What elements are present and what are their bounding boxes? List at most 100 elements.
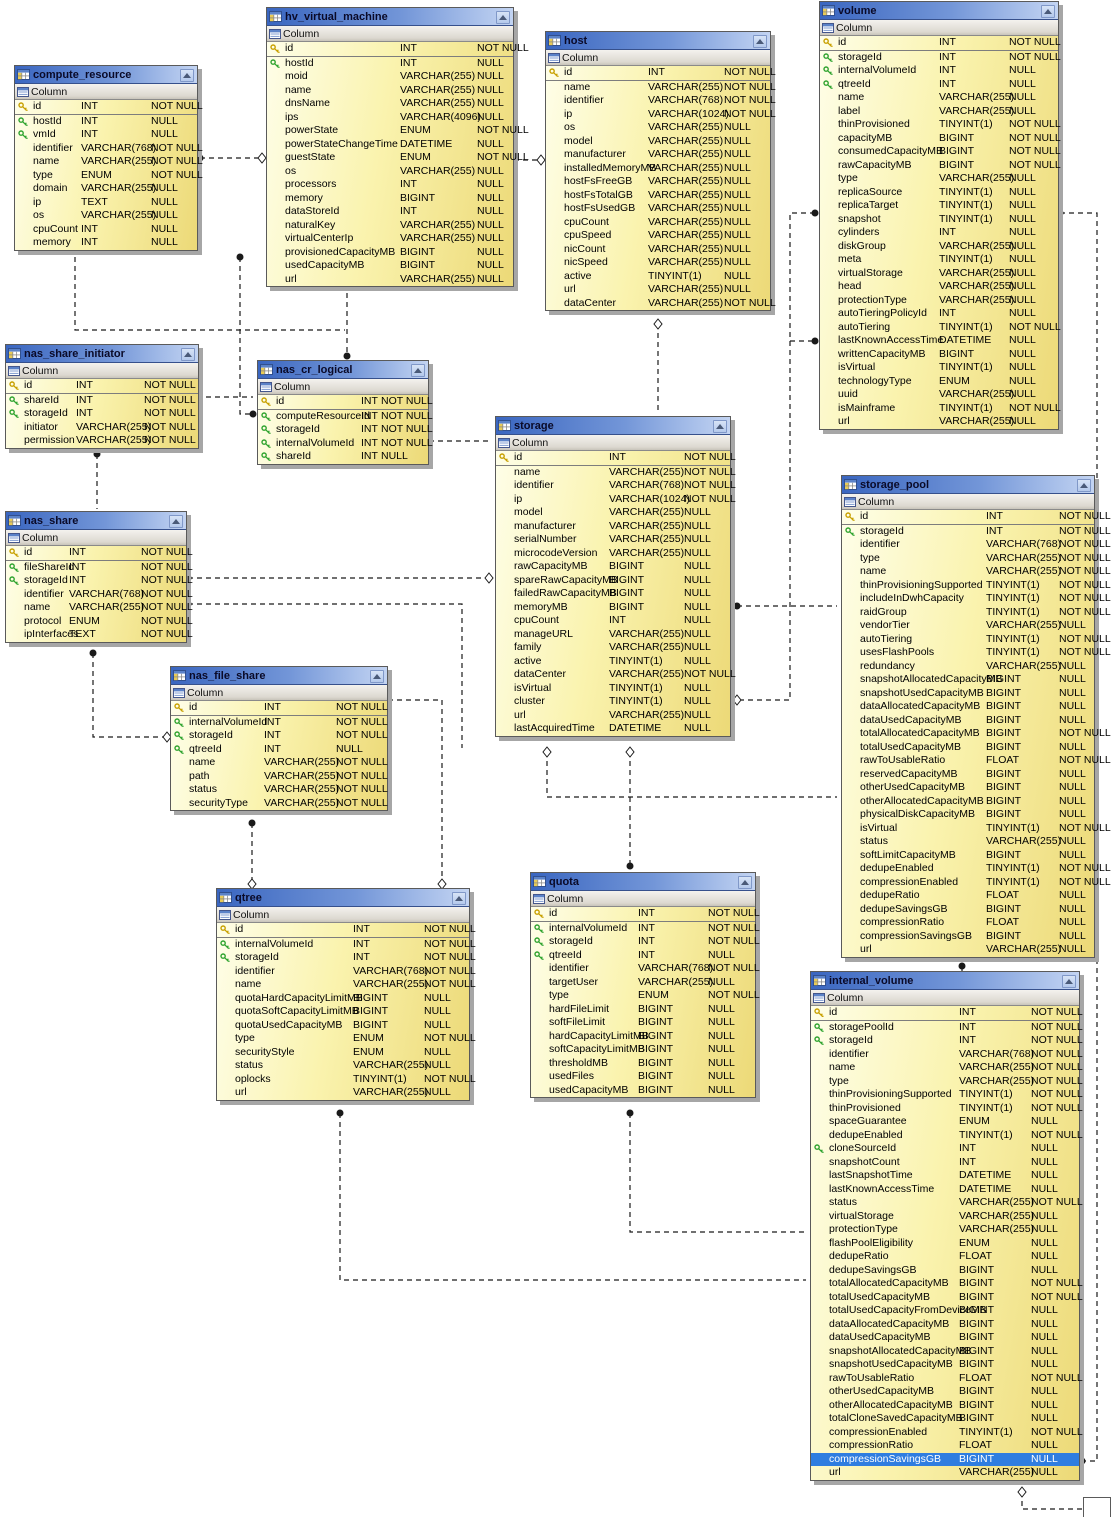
column-row-otherUsedCapacityMB[interactable]: otherUsedCapacityMB BIGINT NULL bbox=[811, 1385, 1079, 1399]
column-row-usesFlashPools[interactable]: usesFlashPools TINYINT(1) NOT NULL bbox=[842, 646, 1111, 660]
column-row-qtreeId[interactable]: qtreeId INT NULL bbox=[171, 743, 387, 757]
column-row-url[interactable]: url VARCHAR(255) NULL bbox=[267, 273, 513, 287]
column-row-identifier[interactable]: identifier VARCHAR(768) NOT NULL bbox=[496, 479, 736, 493]
column-row-id[interactable]: id INT NOT NULL bbox=[267, 42, 529, 57]
column-row-hardCapacityLimitMB[interactable]: hardCapacityLimitMB BIGINT NULL bbox=[531, 1030, 755, 1044]
entity-table-nas_file_share[interactable]: nas_file_share Column id INT NOT NULL interna… bbox=[170, 666, 388, 811]
column-row-id[interactable]: id INT NOT NULL bbox=[171, 701, 388, 716]
entity-header[interactable]: nas_share_initiator bbox=[6, 345, 198, 363]
column-row-hostFsTotalGB[interactable]: hostFsTotalGB VARCHAR(255) NULL bbox=[546, 189, 770, 203]
column-row-internalVolumeId[interactable]: internalVolumeId INT NOT NULL bbox=[531, 922, 760, 936]
column-row-totalCloneSavedCapacityMB[interactable]: totalCloneSavedCapacityMB BIGINT NULL bbox=[811, 1412, 1079, 1426]
column-row-name[interactable]: name VARCHAR(255) NULL bbox=[267, 84, 513, 98]
column-row-naturalKey[interactable]: naturalKey VARCHAR(255) NULL bbox=[267, 219, 513, 233]
column-row-compressionEnabled[interactable]: compressionEnabled TINYINT(1) NOT NULL bbox=[842, 876, 1111, 890]
column-row-hostFsFreeGB[interactable]: hostFsFreeGB VARCHAR(255) NULL bbox=[546, 175, 770, 189]
column-row-dataStoreId[interactable]: dataStoreId INT NULL bbox=[267, 205, 513, 219]
collapse-triangle-icon[interactable] bbox=[753, 35, 767, 48]
column-row-softCapacityLimitMB[interactable]: softCapacityLimitMB BIGINT NULL bbox=[531, 1043, 755, 1057]
column-row-storageId[interactable]: storageId INT NOT NULL bbox=[6, 574, 193, 588]
column-row-id[interactable]: id INT NOT NULL bbox=[842, 510, 1111, 525]
column-row-name[interactable]: name VARCHAR(255) NOT NULL bbox=[811, 1061, 1083, 1075]
column-row-family[interactable]: family VARCHAR(255) NULL bbox=[496, 641, 730, 655]
column-row-snapshotUsedCapacityMB[interactable]: snapshotUsedCapacityMB BIGINT NULL bbox=[811, 1358, 1079, 1372]
column-row-id[interactable]: id INT NOT NULL bbox=[811, 1006, 1083, 1021]
column-row-redundancy[interactable]: redundancy VARCHAR(255) NULL bbox=[842, 660, 1094, 674]
column-row-id[interactable]: id INT NOT NULL bbox=[6, 379, 198, 394]
column-row-memory[interactable]: memory INT NULL bbox=[15, 236, 197, 250]
column-row-totalAllocatedCapacityMB[interactable]: totalAllocatedCapacityMB BIGINT NOT NULL bbox=[842, 727, 1111, 741]
column-row-reservedCapacityMB[interactable]: reservedCapacityMB BIGINT NULL bbox=[842, 768, 1094, 782]
column-row-label[interactable]: label VARCHAR(255) NULL bbox=[820, 105, 1058, 119]
column-row-type[interactable]: type VARCHAR(255) NOT NULL bbox=[811, 1075, 1083, 1089]
column-row-nicSpeed[interactable]: nicSpeed VARCHAR(255) NULL bbox=[546, 256, 770, 270]
column-row-name[interactable]: name VARCHAR(255) NOT NULL bbox=[171, 756, 388, 770]
column-row-id[interactable]: id INT NOT NULL bbox=[258, 395, 433, 410]
column-row-guestState[interactable]: guestState ENUM NOT NULL bbox=[267, 151, 529, 165]
column-row-autoTieringPolicyId[interactable]: autoTieringPolicyId INT NULL bbox=[820, 307, 1058, 321]
entity-header[interactable]: nas_file_share bbox=[171, 667, 387, 685]
column-row-active[interactable]: active TINYINT(1) NULL bbox=[496, 655, 730, 669]
column-row-usedCapacityMB[interactable]: usedCapacityMB BIGINT NULL bbox=[267, 259, 513, 273]
column-row-processors[interactable]: processors INT NULL bbox=[267, 178, 513, 192]
column-row-dataUsedCapacityMB[interactable]: dataUsedCapacityMB BIGINT NULL bbox=[842, 714, 1094, 728]
column-row-compressionSavingsGB[interactable]: compressionSavingsGB BIGINT NULL bbox=[842, 930, 1094, 944]
column-row-os[interactable]: os VARCHAR(255) NULL bbox=[15, 209, 197, 223]
column-row-type[interactable]: type ENUM NOT NULL bbox=[15, 169, 203, 183]
column-row-snapshot[interactable]: snapshot TINYINT(1) NULL bbox=[820, 213, 1058, 227]
column-row-isVirtual[interactable]: isVirtual TINYINT(1) NOT NULL bbox=[842, 822, 1111, 836]
column-row-status[interactable]: status VARCHAR(255) NULL bbox=[217, 1059, 469, 1073]
column-row-compressionRatio[interactable]: compressionRatio FLOAT NULL bbox=[842, 916, 1094, 930]
column-row-storagePoolId[interactable]: storagePoolId INT NOT NULL bbox=[811, 1021, 1083, 1035]
column-row-softFileLimit[interactable]: softFileLimit BIGINT NULL bbox=[531, 1016, 755, 1030]
partial-entity-box[interactable] bbox=[1083, 1497, 1111, 1517]
entity-table-volume[interactable]: volume Column id INT NOT NULL storageId INT NOT… bbox=[819, 1, 1061, 430]
column-row-identifier[interactable]: identifier VARCHAR(768) NOT NULL bbox=[6, 588, 193, 602]
column-row-technologyType[interactable]: technologyType ENUM NULL bbox=[820, 375, 1058, 389]
entity-header[interactable]: hv_virtual_machine bbox=[267, 8, 513, 26]
column-row-storageId[interactable]: storageId INT NOT NULL bbox=[531, 935, 760, 949]
column-row-usedCapacityMB[interactable]: usedCapacityMB BIGINT NULL bbox=[531, 1084, 755, 1098]
column-row-identifier[interactable]: identifier VARCHAR(768) NOT NULL bbox=[842, 538, 1111, 552]
column-row-thinProvisioningSupported[interactable]: thinProvisioningSupported TINYINT(1) NOT N… bbox=[811, 1088, 1083, 1102]
column-row-isVirtual[interactable]: isVirtual TINYINT(1) NULL bbox=[496, 682, 730, 696]
column-row-writtenCapacityMB[interactable]: writtenCapacityMB BIGINT NULL bbox=[820, 348, 1058, 362]
entity-header[interactable]: nas_cr_logical bbox=[258, 361, 428, 379]
column-row-otherUsedCapacityMB[interactable]: otherUsedCapacityMB BIGINT NULL bbox=[842, 781, 1094, 795]
column-row-meta[interactable]: meta TINYINT(1) NULL bbox=[820, 253, 1058, 267]
column-row-isMainframe[interactable]: isMainframe TINYINT(1) NOT NULL bbox=[820, 402, 1061, 416]
column-row-quotaSoftCapacityLimitMB[interactable]: quotaSoftCapacityLimitMB BIGINT NULL bbox=[217, 1005, 469, 1019]
column-row-lastAcquiredTime[interactable]: lastAcquiredTime DATETIME NULL bbox=[496, 722, 730, 736]
collapse-triangle-icon[interactable] bbox=[1062, 975, 1076, 988]
column-row-storageId[interactable]: storageId INT NOT NULL bbox=[217, 951, 476, 965]
column-row-snapshotCount[interactable]: snapshotCount INT NULL bbox=[811, 1156, 1079, 1170]
column-row-autoTiering[interactable]: autoTiering TINYINT(1) NOT NULL bbox=[820, 321, 1061, 335]
entity-table-storage_pool[interactable]: storage_pool Column id INT NOT NULL storageId… bbox=[841, 475, 1111, 958]
column-row-name[interactable]: name VARCHAR(255) NULL bbox=[820, 91, 1058, 105]
entity-header[interactable]: qtree bbox=[217, 889, 469, 907]
column-row-compressionEnabled[interactable]: compressionEnabled TINYINT(1) NOT NULL bbox=[811, 1426, 1083, 1440]
column-row-quotaHardCapacityLimitMB[interactable]: quotaHardCapacityLimitMB BIGINT NULL bbox=[217, 992, 469, 1006]
column-row-domain[interactable]: domain VARCHAR(255) NULL bbox=[15, 182, 197, 196]
column-row-compressionSavingsGB[interactable]: compressionSavingsGB BIGINT NULL bbox=[811, 1452, 1079, 1466]
column-row-memory[interactable]: memory BIGINT NULL bbox=[267, 192, 513, 206]
column-row-diskGroup[interactable]: diskGroup VARCHAR(255) NULL bbox=[820, 240, 1058, 254]
column-row-qtreeId[interactable]: qtreeId INT NULL bbox=[820, 78, 1058, 92]
column-row-totalUsedCapacityMB[interactable]: totalUsedCapacityMB BIGINT NULL bbox=[842, 741, 1094, 755]
column-row-id[interactable]: id INT NOT NULL bbox=[217, 923, 476, 938]
column-row-raidGroup[interactable]: raidGroup TINYINT(1) NOT NULL bbox=[842, 606, 1111, 620]
column-row-id[interactable]: id INT NOT NULL bbox=[531, 907, 760, 922]
column-row-active[interactable]: active TINYINT(1) NULL bbox=[546, 270, 770, 284]
entity-header[interactable]: storage bbox=[496, 417, 730, 435]
column-row-nicCount[interactable]: nicCount VARCHAR(255) NULL bbox=[546, 243, 770, 257]
column-row-ip[interactable]: ip TEXT NULL bbox=[15, 196, 197, 210]
column-row-compressionRatio[interactable]: compressionRatio FLOAT NULL bbox=[811, 1439, 1079, 1453]
column-row-softLimitCapacityMB[interactable]: softLimitCapacityMB BIGINT NULL bbox=[842, 849, 1094, 863]
entity-table-nas_cr_logical[interactable]: nas_cr_logical Column id INT NOT NULL compute… bbox=[257, 360, 433, 465]
column-row-rawToUsableRatio[interactable]: rawToUsableRatio FLOAT NOT NULL bbox=[811, 1372, 1083, 1386]
collapse-triangle-icon[interactable] bbox=[370, 670, 384, 683]
column-row-quotaUsedCapacityMB[interactable]: quotaUsedCapacityMB BIGINT NULL bbox=[217, 1019, 469, 1033]
entity-header[interactable]: storage_pool bbox=[842, 476, 1094, 494]
column-row-identifier[interactable]: identifier VARCHAR(768) NOT NULL bbox=[15, 142, 203, 156]
column-row-dedupeEnabled[interactable]: dedupeEnabled TINYINT(1) NOT NULL bbox=[842, 862, 1111, 876]
